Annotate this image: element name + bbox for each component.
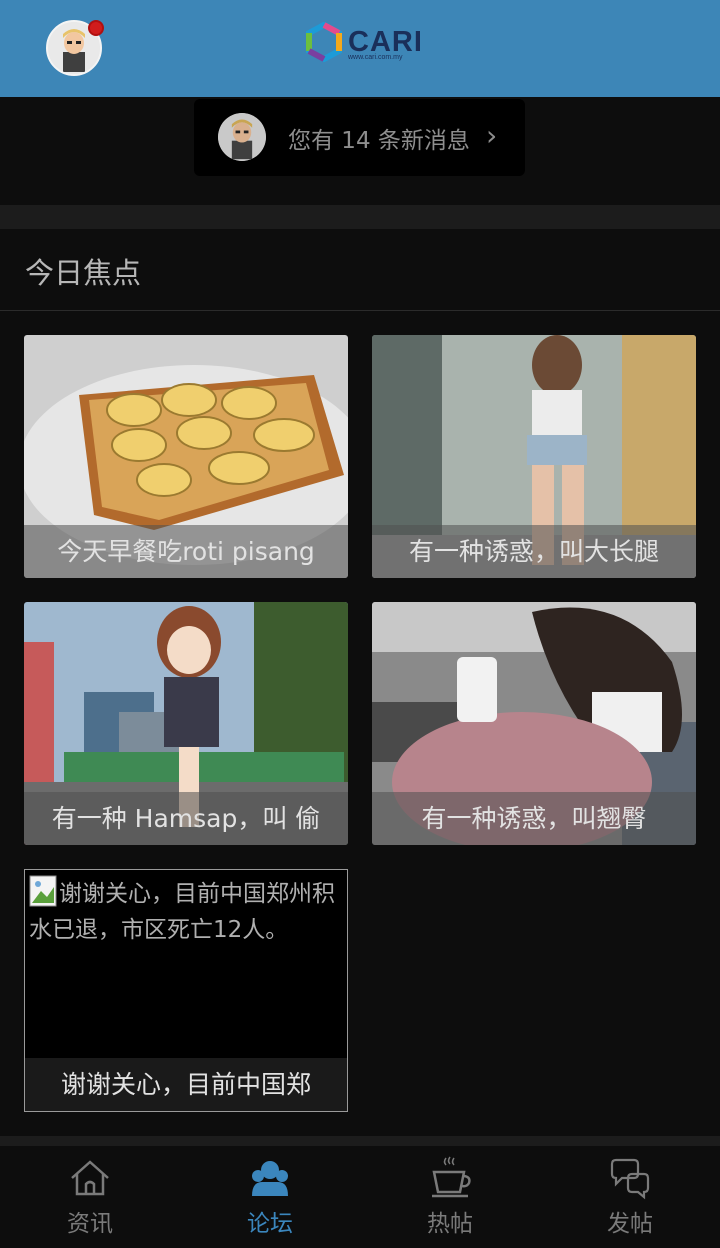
card-caption: 今天早餐吃roti pisang bbox=[57, 537, 315, 566]
nav-item-hot[interactable]: 热帖 bbox=[360, 1146, 540, 1248]
bottom-separator bbox=[0, 1136, 720, 1146]
home-icon bbox=[71, 1160, 109, 1196]
chat-bubbles-icon bbox=[610, 1158, 650, 1200]
focus-card[interactable]: 有一种 Hamsap，叫 偷 bbox=[24, 602, 348, 845]
section-title: 今日焦点 bbox=[25, 256, 142, 290]
bottom-navigation: 资讯 论坛 热帖 发帖 bbox=[0, 1146, 720, 1248]
community-icon bbox=[252, 1161, 288, 1196]
nav-item-post[interactable]: 发帖 bbox=[540, 1146, 720, 1248]
card-caption: 有一种 Hamsap，叫 偷 bbox=[51, 804, 321, 833]
nav-label: 资讯 bbox=[67, 1211, 113, 1237]
section-divider bbox=[0, 310, 720, 311]
logo-subtext: www.cari.com.my bbox=[348, 54, 403, 61]
focus-card[interactable]: 有一种诱惑，叫翘臀 bbox=[372, 602, 696, 845]
card-caption: 有一种诱惑，叫翘臀 bbox=[421, 804, 647, 833]
nav-label: 热帖 bbox=[427, 1211, 473, 1237]
card-caption: 有一种诱惑，叫大长腿 bbox=[408, 537, 659, 566]
focus-card-broken[interactable]: 谢谢关心，目前中国郑州积水已退，市区死亡12人。 谢谢关心，目前中国郑 bbox=[24, 869, 348, 1112]
nav-label: 发帖 bbox=[607, 1211, 653, 1237]
new-messages-text: 您有 14 条新消息 bbox=[288, 128, 470, 154]
cari-logo-hexagon-icon bbox=[306, 22, 342, 62]
nav-label: 论坛 bbox=[247, 1211, 293, 1237]
top-bar: CARI www.cari.com.my bbox=[0, 0, 720, 97]
focus-card[interactable]: 今天早餐吃roti pisang bbox=[24, 335, 348, 578]
coffee-cup-icon bbox=[432, 1156, 471, 1198]
section-separator bbox=[0, 205, 720, 229]
chevron-right-icon: › bbox=[486, 119, 498, 152]
focus-card[interactable]: 有一种诱惑，叫大长腿 bbox=[372, 335, 696, 578]
cari-logo[interactable]: CARI www.cari.com.my bbox=[304, 22, 424, 66]
nav-item-forum[interactable]: 论坛 bbox=[180, 1146, 360, 1248]
card-caption: 谢谢关心，目前中国郑 bbox=[60, 1070, 311, 1099]
image-alt-text: 谢谢关心，目前中国郑州积水已退，市区死亡12人。 bbox=[29, 881, 335, 943]
notification-dot bbox=[88, 20, 104, 36]
new-messages-banner[interactable]: 您有 14 条新消息 › bbox=[194, 99, 525, 176]
message-avatar bbox=[218, 113, 266, 161]
nav-item-news[interactable]: 资讯 bbox=[0, 1146, 180, 1248]
